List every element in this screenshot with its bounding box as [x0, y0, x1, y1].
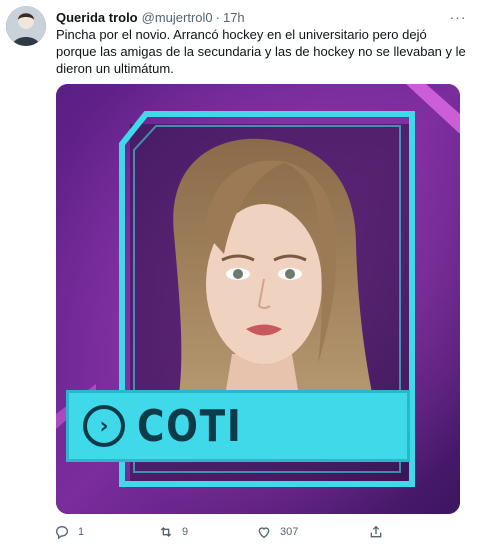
chevron-right-icon: › — [83, 405, 125, 447]
author-handle[interactable]: @mujertrol0 — [142, 10, 213, 25]
tweet-media-image[interactable]: › COTI — [56, 84, 460, 514]
separator-dot: · — [215, 9, 220, 25]
share-icon — [370, 525, 382, 538]
name-banner: › COTI — [66, 390, 410, 462]
like-count: 307 — [280, 526, 299, 538]
tweet-actions: 1 9 307 — [50, 522, 470, 542]
author-avatar[interactable] — [6, 6, 46, 46]
share-button[interactable] — [368, 524, 392, 540]
reply-count: 1 — [78, 526, 85, 538]
like-button[interactable]: 307 — [256, 524, 298, 540]
reply-icon — [55, 525, 69, 540]
retweet-icon — [160, 527, 172, 537]
tweet-header: Querida trolo @mujertrol0 · 17h ··· — [56, 8, 472, 26]
tweet-text: Pincha por el novio. Arrancó hockey en e… — [56, 27, 466, 76]
reply-button[interactable]: 1 — [54, 524, 84, 540]
author-name[interactable]: Querida trolo — [56, 10, 138, 25]
heart-icon — [258, 527, 270, 539]
tweet-timestamp[interactable]: 17h — [223, 10, 245, 25]
more-options-icon[interactable]: ··· — [448, 8, 468, 26]
contestant-name: COTI — [137, 400, 243, 452]
retweet-count: 9 — [182, 526, 189, 538]
retweet-button[interactable]: 9 — [158, 524, 188, 540]
